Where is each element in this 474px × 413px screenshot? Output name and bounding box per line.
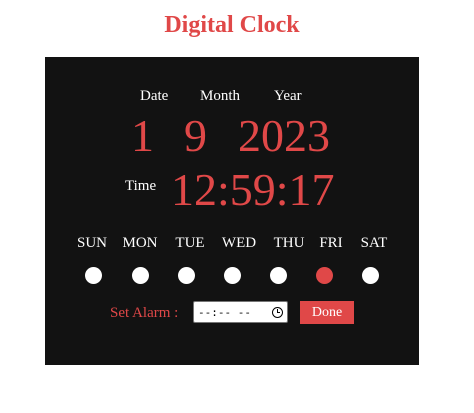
time-value: 12:59:17 — [171, 164, 335, 215]
day-indicator-fri — [316, 267, 333, 284]
clock-icon[interactable] — [272, 306, 283, 318]
day-label-tue: TUE — [175, 235, 205, 251]
day-indicator-tue — [178, 267, 195, 284]
date-label: Date — [140, 88, 169, 104]
day-label-fri: FRI — [319, 235, 343, 251]
day-label-wed: WED — [221, 235, 257, 251]
day-label-sat: SAT — [360, 235, 388, 251]
day-indicator-wed — [224, 267, 241, 284]
day-indicator-sat — [362, 267, 379, 284]
year-value: 2023 — [238, 110, 330, 161]
page-title: Digital Clock — [164, 12, 300, 38]
day-label-thu: THU — [273, 235, 305, 251]
day-indicator-mon — [132, 267, 149, 284]
day-indicator-sun — [85, 267, 102, 284]
day-label-mon: MON — [122, 235, 158, 251]
date-value: 1 — [131, 110, 154, 161]
month-value: 9 — [184, 110, 207, 161]
done-button[interactable]: Done — [300, 301, 354, 324]
year-label: Year — [274, 88, 302, 104]
month-label: Month — [200, 88, 241, 104]
alarm-time-input[interactable]: --:-- -- — [193, 301, 288, 323]
set-alarm-label: Set Alarm : — [110, 305, 179, 321]
day-label-sun: SUN — [76, 235, 107, 251]
time-label: Time — [125, 178, 157, 194]
day-indicator-thu — [270, 267, 287, 284]
alarm-time-value: --:-- -- — [198, 305, 251, 319]
clock-panel: Date Month Year 1 9 2023 Time 12:59:17 S… — [45, 57, 419, 365]
